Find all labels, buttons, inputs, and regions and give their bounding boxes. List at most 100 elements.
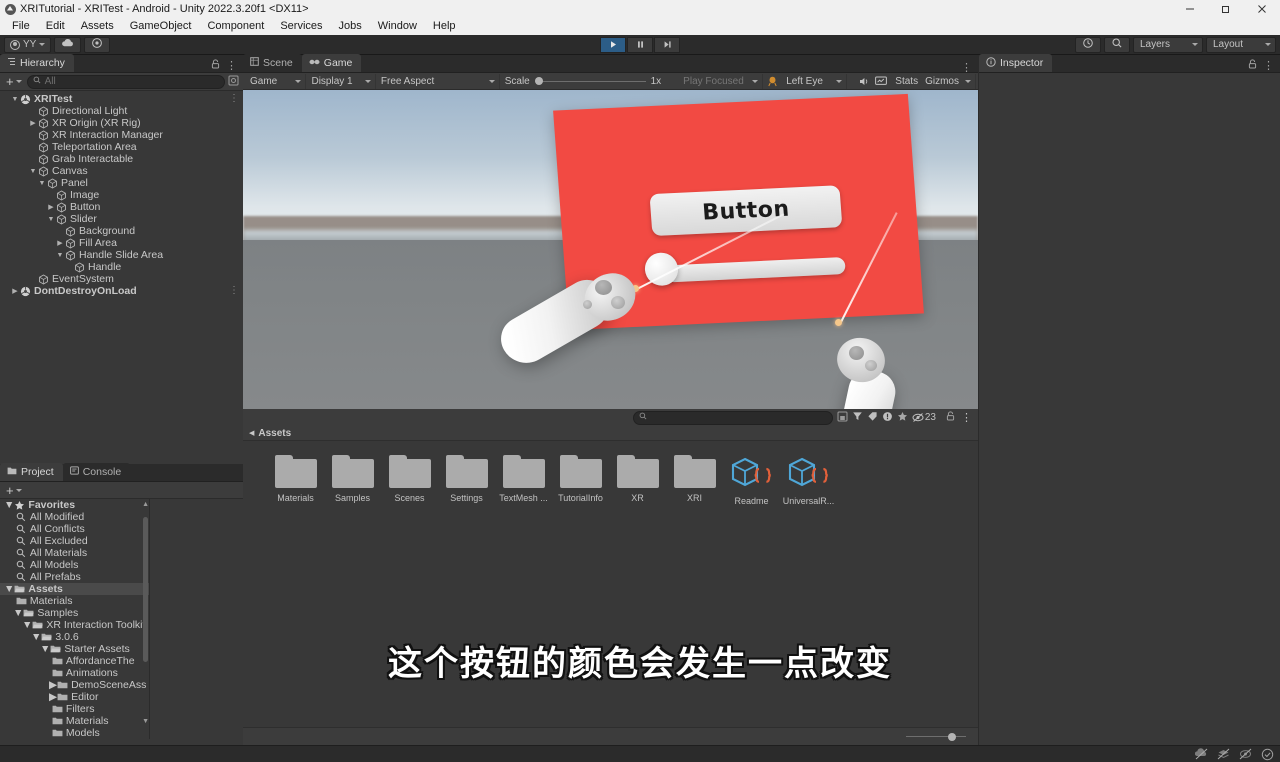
hierarchy-item[interactable]: ▶ Fill Area: [0, 237, 243, 249]
cloud-disabled-icon[interactable]: [1239, 748, 1252, 761]
kebab-icon[interactable]: ⋮: [229, 94, 239, 104]
project-tree-item[interactable]: All Excluded: [0, 535, 149, 547]
twisty-expanded-icon[interactable]: ▼: [37, 180, 47, 187]
filter-icon[interactable]: [228, 75, 239, 89]
twisty-collapsed-icon[interactable]: ▶: [46, 203, 56, 211]
kebab-icon[interactable]: ⋮: [961, 412, 972, 423]
gameview-render[interactable]: Button: [243, 90, 978, 409]
eye-dropdown[interactable]: Left Eye: [781, 73, 847, 89]
menu-component[interactable]: Component: [199, 18, 272, 35]
lock-icon[interactable]: [1248, 59, 1257, 72]
project-tree-item[interactable]: ▼ XR Interaction Toolkit: [0, 619, 149, 631]
twisty-expanded-icon[interactable]: ▼: [46, 216, 56, 223]
asset-item[interactable]: Settings: [438, 455, 495, 506]
cloud-button[interactable]: [54, 36, 82, 53]
menu-file[interactable]: File: [4, 18, 38, 35]
hierarchy-item[interactable]: ▶ DontDestroyOnLoad ⋮: [0, 285, 243, 297]
hierarchy-tree[interactable]: ▼ XRITest ⋮ Directional Light ▶ XR Origin (X…: [0, 91, 243, 464]
mute-audio-icon[interactable]: [855, 74, 873, 89]
hierarchy-item[interactable]: ▶ Button: [0, 201, 243, 213]
twisty-expanded-icon[interactable]: ▼: [22, 619, 32, 631]
assets-zoom-slider[interactable]: [906, 731, 966, 743]
asset-item[interactable]: Materials: [267, 455, 324, 506]
project-tree-item[interactable]: Materials: [0, 715, 149, 727]
twisty-expanded-icon[interactable]: ▼: [10, 96, 20, 103]
account-button[interactable]: YY: [4, 36, 52, 53]
project-tree-item[interactable]: All Models: [0, 559, 149, 571]
scroll-down-icon[interactable]: ▼: [142, 718, 149, 725]
project-tree-item[interactable]: All Materials: [0, 547, 149, 559]
hidden-packages-indicator[interactable]: 23: [912, 412, 936, 423]
stats-label[interactable]: Stats: [890, 76, 923, 87]
hierarchy-search-input[interactable]: All: [26, 74, 225, 89]
project-tree-item[interactable]: Materials: [0, 595, 149, 607]
asset-item[interactable]: TutorialInfo: [552, 455, 609, 506]
hierarchy-item[interactable]: Grab Interactable: [0, 153, 243, 165]
check-circle-icon[interactable]: [1261, 748, 1274, 761]
kebab-icon[interactable]: ⋮: [961, 63, 972, 74]
hierarchy-item[interactable]: EventSystem: [0, 273, 243, 285]
hierarchy-item[interactable]: ▶ XR Origin (XR Rig): [0, 117, 243, 129]
project-tree-item[interactable]: Models: [0, 727, 149, 739]
lock-icon[interactable]: [211, 59, 220, 72]
gameview-mode-dropdown[interactable]: Game: [245, 73, 307, 89]
twisty-collapsed-icon[interactable]: ▶: [49, 691, 57, 703]
tab-scene[interactable]: Scene: [243, 54, 302, 72]
hierarchy-item[interactable]: Teleportation Area: [0, 141, 243, 153]
tab-hierarchy[interactable]: Hierarchy: [0, 54, 74, 72]
hierarchy-item[interactable]: ▼ Canvas: [0, 165, 243, 177]
twisty-collapsed-icon[interactable]: ▶: [10, 287, 20, 295]
twisty-expanded-icon[interactable]: ▼: [4, 499, 14, 511]
warning-filter-icon[interactable]: [882, 411, 893, 425]
stats-icon[interactable]: [872, 74, 890, 89]
project-tree-scrollbar[interactable]: [143, 501, 148, 725]
display-dropdown[interactable]: Display 1: [306, 73, 376, 89]
kebab-icon[interactable]: ⋮: [229, 286, 239, 296]
vr-button[interactable]: Button: [649, 185, 843, 237]
menu-services[interactable]: Services: [272, 18, 330, 35]
hierarchy-item[interactable]: XR Interaction Manager: [0, 129, 243, 141]
collab-disabled-icon[interactable]: [1195, 748, 1208, 761]
chevron-left-icon[interactable]: ◀: [249, 429, 254, 437]
twisty-expanded-icon[interactable]: ▼: [4, 583, 14, 595]
settings-button[interactable]: [84, 36, 111, 53]
menu-edit[interactable]: Edit: [38, 18, 73, 35]
project-tree-item[interactable]: Filters: [0, 703, 149, 715]
save-search-icon[interactable]: [837, 411, 848, 425]
restore-icon[interactable]: [1208, 0, 1244, 18]
kebab-icon[interactable]: ⋮: [1263, 60, 1274, 71]
play-button[interactable]: [600, 36, 626, 53]
twisty-collapsed-icon[interactable]: ▶: [28, 119, 38, 127]
hierarchy-item[interactable]: ▼ Panel: [0, 177, 243, 189]
layout-dropdown[interactable]: Layout: [1206, 36, 1276, 53]
project-add-button[interactable]: +: [4, 483, 24, 498]
menu-jobs[interactable]: Jobs: [331, 18, 370, 35]
hierarchy-item[interactable]: Directional Light: [0, 105, 243, 117]
asset-item[interactable]: XR: [609, 455, 666, 506]
project-tree-item[interactable]: All Prefabs: [0, 571, 149, 583]
twisty-collapsed-icon[interactable]: ▶: [55, 239, 65, 247]
project-search-input[interactable]: [633, 410, 833, 425]
project-tree-item[interactable]: ▼ Samples: [0, 607, 149, 619]
hierarchy-item[interactable]: ▼ Slider: [0, 213, 243, 225]
menu-window[interactable]: Window: [370, 18, 425, 35]
undo-history-button[interactable]: [1075, 36, 1101, 53]
menu-help[interactable]: Help: [425, 18, 464, 35]
tab-inspector[interactable]: Inspector: [979, 54, 1053, 72]
vr-headset-icon[interactable]: [763, 74, 781, 89]
hierarchy-item[interactable]: Handle: [0, 261, 243, 273]
menu-assets[interactable]: Assets: [73, 18, 122, 35]
step-button[interactable]: [654, 36, 680, 53]
asset-item[interactable]: TextMesh ...: [495, 455, 552, 506]
gizmos-dropdown[interactable]: Gizmos: [923, 73, 976, 89]
layers-disabled-icon[interactable]: [1217, 748, 1230, 761]
menu-gameobject[interactable]: GameObject: [122, 18, 200, 35]
twisty-expanded-icon[interactable]: ▼: [13, 607, 23, 619]
project-tree[interactable]: ▲ ▼ ▼ Favorites All Modified All Conflict…: [0, 499, 150, 739]
minimize-icon[interactable]: [1172, 0, 1208, 18]
hierarchy-item[interactable]: ▼ Handle Slide Area: [0, 249, 243, 261]
project-tree-item[interactable]: All Modified: [0, 511, 149, 523]
hierarchy-item[interactable]: ▼ XRITest ⋮: [0, 93, 243, 105]
tab-project[interactable]: Project: [0, 463, 63, 481]
asset-item[interactable]: Scenes: [381, 455, 438, 506]
